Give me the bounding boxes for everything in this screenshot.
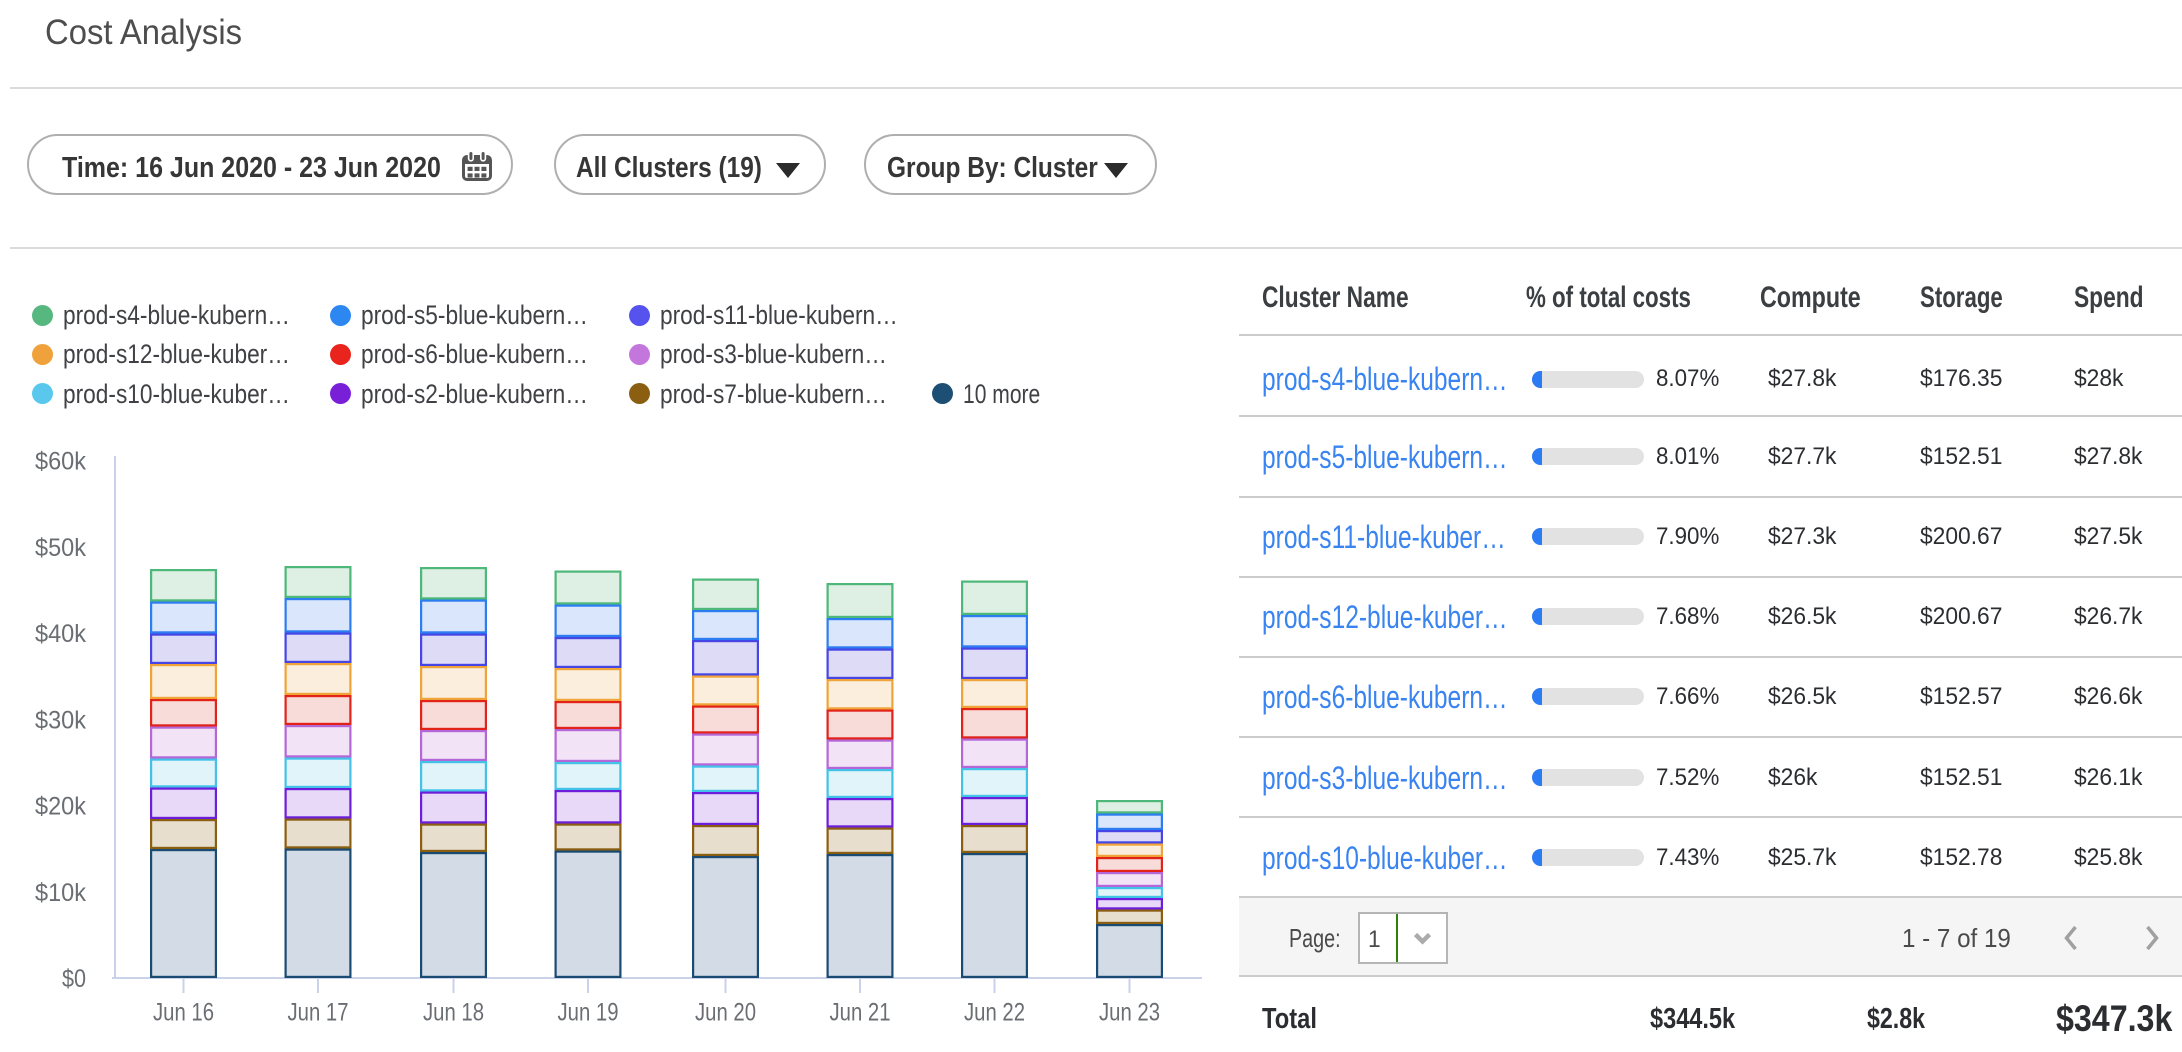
svg-text:Jun 19: Jun 19 [558,998,619,1026]
svg-text:$50k: $50k [35,534,86,562]
svg-text:$30k: $30k [35,706,86,734]
svg-text:Jun 17: Jun 17 [288,998,349,1026]
svg-text:$20k: $20k [35,793,86,821]
svg-text:$0: $0 [62,965,86,993]
svg-text:Jun 20: Jun 20 [695,998,756,1026]
svg-text:Jun 23: Jun 23 [1099,998,1160,1026]
svg-text:$10k: $10k [35,879,86,907]
svg-text:Jun 16: Jun 16 [153,998,214,1026]
svg-text:Jun 18: Jun 18 [423,998,484,1026]
svg-text:Jun 21: Jun 21 [830,998,891,1026]
svg-text:$40k: $40k [35,620,86,648]
svg-text:Jun 22: Jun 22 [964,998,1025,1026]
svg-text:$60k: $60k [35,448,86,476]
